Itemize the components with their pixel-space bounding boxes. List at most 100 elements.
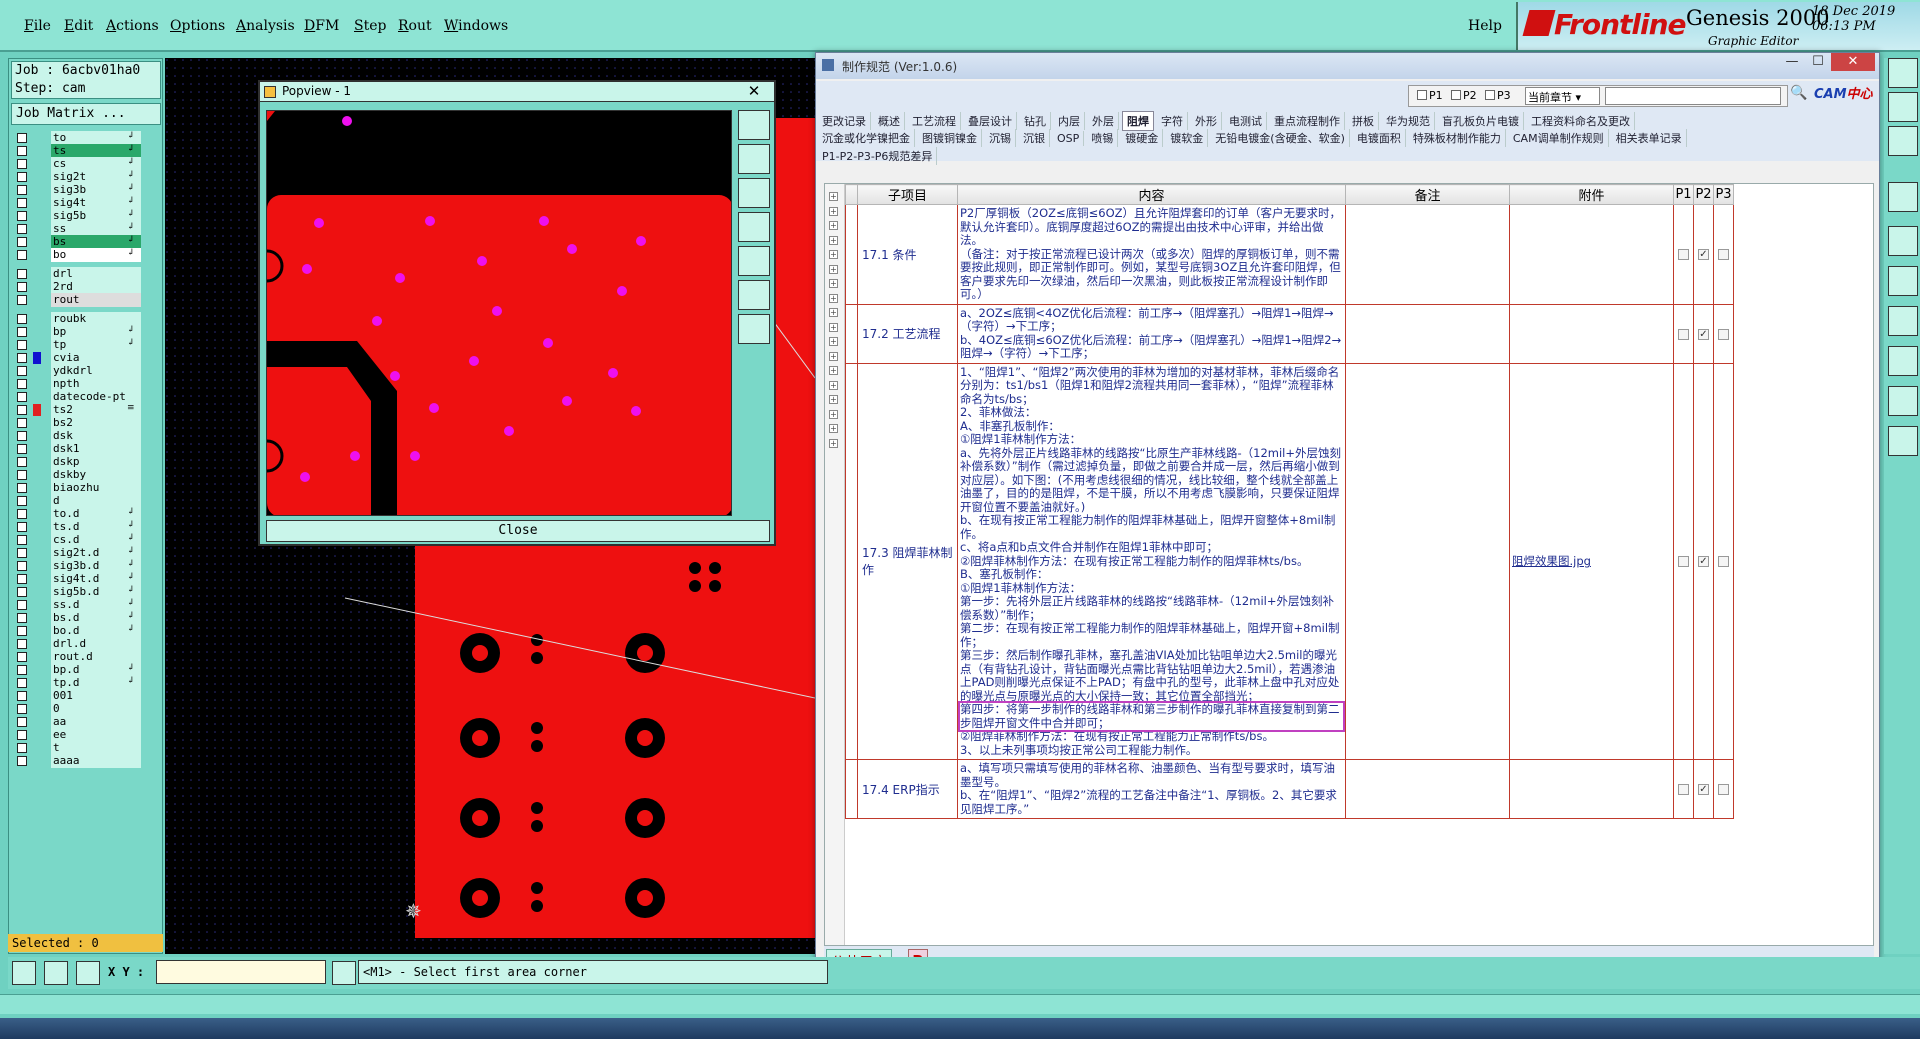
layer-row[interactable]: biaozhu (13, 481, 163, 495)
tab-tabs_row1-7[interactable]: 阻焊 (1122, 111, 1154, 131)
expand-plus-icon[interactable]: + (829, 192, 838, 201)
layer-row[interactable]: sig5b.d ↲ (13, 585, 163, 599)
layer-checkbox[interactable] (17, 613, 27, 623)
tab-tabs_row1-0[interactable]: 更改记录 (818, 112, 871, 130)
header-p3[interactable]: P3 (1713, 184, 1734, 205)
layer-name[interactable]: rout (51, 293, 141, 307)
tool-icon-4[interactable] (1888, 182, 1918, 212)
layer-name[interactable]: dskp (51, 455, 141, 469)
center-icon[interactable] (738, 314, 770, 344)
layer-row[interactable]: bo ↲ (13, 248, 163, 262)
layer-checkbox[interactable] (17, 353, 27, 363)
layer-checkbox[interactable] (17, 522, 27, 532)
layer-name[interactable]: ee (51, 728, 141, 742)
layer-row[interactable]: drl.d (13, 637, 163, 651)
layer-checkbox[interactable] (17, 172, 27, 182)
layer-checkbox[interactable] (17, 743, 27, 753)
menu-help[interactable]: Help (1468, 18, 1502, 34)
filter-p3[interactable]: P3 (1485, 89, 1511, 102)
filter-p2[interactable]: P2 (1451, 89, 1477, 102)
layer-checkbox[interactable] (17, 678, 27, 688)
layer-row[interactable]: bs2 (13, 416, 163, 430)
layer-checkbox[interactable] (17, 314, 27, 324)
p2-checkbox[interactable] (1698, 328, 1709, 340)
layer-row[interactable]: sig4t.d ↲ (13, 572, 163, 586)
layer-name[interactable]: dskby (51, 468, 141, 482)
tab-tabs_row1-11[interactable]: 重点流程制作 (1270, 112, 1345, 130)
tab-tabs_row1-6[interactable]: 外层 (1088, 112, 1119, 130)
layer-row[interactable]: datecode-pt (13, 390, 163, 404)
layer-row[interactable]: bs ↲ (13, 235, 163, 249)
layer-checkbox[interactable] (17, 730, 27, 740)
popview-close-button[interactable]: Close (266, 520, 770, 542)
tab-tabs_row1-15[interactable]: 工程资料命名及更改 (1527, 112, 1635, 130)
layer-row[interactable]: ts ↲ (13, 144, 163, 158)
layer-checkbox[interactable] (17, 392, 27, 402)
help-icon[interactable] (1888, 126, 1918, 156)
layer-name[interactable]: dsk (51, 429, 141, 443)
measure-tool-icon[interactable] (44, 961, 68, 985)
tab-tabs_row2-10[interactable]: 特殊板材制作能力 (1409, 129, 1506, 147)
attachment-link[interactable]: 阻焊效果图.jpg (1512, 554, 1591, 568)
table-row[interactable]: 17.3 阻焊菲林制作 1、“阻焊1”、“阻焊2”两次使用的菲林为增加的对基材菲林… (845, 362, 1734, 760)
layer-name[interactable]: drl.d (51, 637, 141, 651)
layer-row[interactable]: cs ↲ (13, 157, 163, 171)
header-note[interactable]: 备注 (1345, 184, 1510, 205)
header-p1[interactable]: P1 (1673, 184, 1694, 205)
p2-checkbox[interactable] (1698, 784, 1709, 795)
expand-plus-icon[interactable]: + (829, 409, 838, 419)
menu-step[interactable]: Step (354, 18, 386, 34)
layer-checkbox[interactable] (17, 224, 27, 234)
layer-row[interactable]: tp ↲ (13, 338, 163, 352)
layer-name[interactable]: aaaa (51, 754, 141, 768)
layer-checkbox[interactable] (17, 470, 27, 480)
layer-checkbox[interactable] (17, 431, 27, 441)
expand-plus-icon[interactable]: + (829, 264, 838, 274)
layer-row[interactable]: t (13, 741, 163, 755)
layer-checkbox[interactable] (17, 717, 27, 727)
filter-p2-checkbox[interactable] (1451, 90, 1461, 100)
layer-name[interactable]: 001 (51, 689, 141, 703)
layer-row[interactable]: dsk1 (13, 442, 163, 456)
tool-icon-10[interactable] (1888, 426, 1918, 456)
tab-tabs_row1-3[interactable]: 叠层设计 (964, 112, 1017, 130)
search-input[interactable] (1605, 87, 1781, 105)
filter-p1[interactable]: P1 (1417, 89, 1443, 102)
layer-row[interactable]: bo.d ↲ (13, 624, 163, 638)
zoom-home-icon[interactable] (738, 178, 770, 208)
layer-row[interactable]: ss ↲ (13, 222, 163, 236)
layer-row[interactable]: to ↲ (13, 131, 163, 145)
layer-row[interactable]: sig2t.d ↲ (13, 546, 163, 560)
layer-name[interactable]: drl (51, 267, 141, 281)
layer-row[interactable]: ydkdrl (13, 364, 163, 378)
expand-plus-icon[interactable]: + (829, 366, 838, 375)
layer-row[interactable]: 001 (13, 689, 163, 703)
layer-row[interactable]: bs.d ↲ (13, 611, 163, 625)
xy-input[interactable] (156, 960, 326, 984)
layer-checkbox[interactable] (17, 548, 27, 558)
fit-icon[interactable] (738, 280, 770, 310)
layer-checkbox[interactable] (17, 444, 27, 454)
filter-p1-checkbox[interactable] (1417, 90, 1427, 100)
pan-left-icon[interactable] (738, 212, 770, 242)
menu-edit[interactable]: Edit (64, 18, 93, 34)
layer-checkbox[interactable] (17, 561, 27, 571)
layer-row[interactable]: sig2t ↲ (13, 170, 163, 184)
expand-plus-icon[interactable]: + (829, 395, 838, 404)
expand-plus-icon[interactable]: + (829, 221, 838, 230)
layer-checkbox[interactable] (17, 198, 27, 208)
tab-tabs_row1-10[interactable]: 电测试 (1225, 112, 1267, 130)
layer-name[interactable]: t (51, 741, 141, 755)
layer-row[interactable]: tp.d ↲ (13, 676, 163, 690)
layer-row[interactable]: dskby (13, 468, 163, 482)
layer-checkbox[interactable] (17, 418, 27, 428)
layer-checkbox[interactable] (17, 282, 27, 292)
layer-row[interactable]: d (13, 494, 163, 508)
layer-row[interactable]: 0 (13, 702, 163, 716)
layer-checkbox[interactable] (17, 574, 27, 584)
layer-name[interactable]: 0 (51, 702, 141, 716)
layer-name[interactable]: ydkdrl (51, 364, 141, 378)
p1-checkbox[interactable] (1678, 249, 1689, 261)
layer-checkbox[interactable] (17, 405, 27, 415)
layer-checkbox[interactable] (17, 250, 27, 260)
